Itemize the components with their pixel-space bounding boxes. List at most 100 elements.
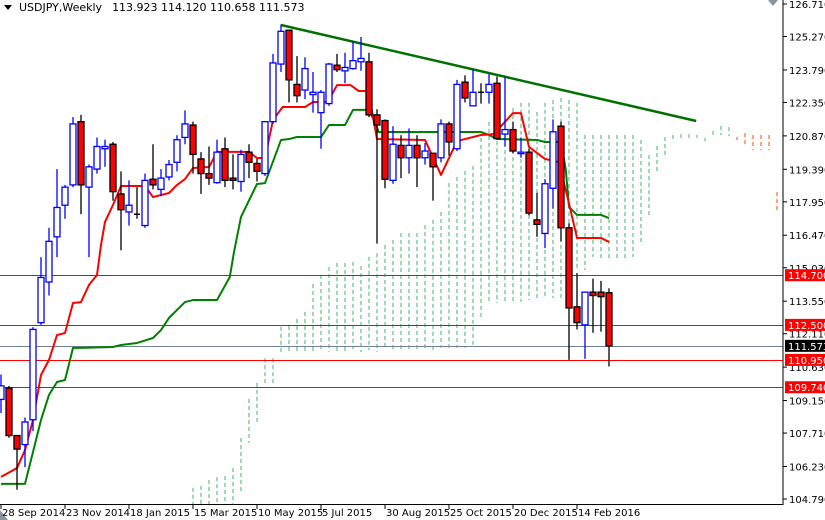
candle-body — [29, 328, 37, 421]
tenkan-sen-line — [0, 84, 610, 478]
x-tick-label: 20 Dec 2015 — [514, 508, 578, 519]
bear-candle — [445, 121, 453, 156]
candle-body — [461, 81, 469, 99]
kijun-sen-line — [1, 108, 610, 485]
candle-body — [197, 158, 205, 175]
bull-candle — [277, 24, 285, 72]
candle-body — [493, 82, 501, 140]
x-tick-label: 30 Aug 2015 — [386, 508, 450, 519]
bear-candle — [221, 137, 229, 188]
x-tick-label: 18 Jan 2015 — [130, 508, 190, 519]
bear-candle — [205, 146, 213, 185]
symbol-timeframe: USDJPY,Weekly — [19, 1, 103, 14]
bear-candle — [397, 135, 405, 179]
candle-body — [469, 91, 477, 107]
candle-body — [421, 150, 429, 159]
candle-body — [525, 151, 533, 214]
bear-candle — [197, 152, 205, 194]
candle-body — [269, 62, 277, 123]
candle-body — [5, 387, 13, 437]
candle-body — [21, 421, 29, 446]
bear-candle — [5, 385, 13, 438]
y-tick-label: 106.230 — [789, 462, 825, 473]
candle-body — [533, 219, 541, 226]
horizontal-levels — [0, 275, 783, 388]
bear-candle — [557, 121, 565, 242]
shift-marker-icon[interactable] — [768, 0, 778, 6]
candle-body — [357, 57, 365, 63]
bear-candle — [565, 223, 573, 360]
candle-body — [205, 172, 213, 179]
candlesticks — [0, 24, 613, 490]
bull-candle — [69, 117, 77, 188]
candle-body — [93, 145, 101, 170]
bear-candle — [293, 56, 301, 103]
x-tick-label: 10 May 2015 — [258, 508, 323, 519]
y-tick-label: 117.950 — [789, 198, 825, 209]
candle-body — [581, 291, 589, 326]
candle-body — [437, 123, 445, 159]
dropdown-triangle-icon[interactable] — [4, 5, 12, 10]
candle-body — [405, 144, 413, 159]
candle-body — [181, 123, 189, 139]
candle-body — [429, 152, 437, 168]
candle-body — [397, 144, 405, 159]
candle-body — [517, 151, 525, 155]
bull-candle — [469, 69, 477, 107]
bull-candle — [405, 128, 413, 174]
y-tick-label: 119.390 — [789, 165, 825, 176]
candle-body — [381, 119, 389, 180]
bull-candle — [237, 149, 245, 192]
candle-body — [213, 151, 221, 184]
x-tick-label: 15 Mar 2015 — [194, 508, 257, 519]
bull-candle — [101, 139, 109, 167]
bull-candle — [45, 227, 53, 296]
y-tick-label: 123.790 — [789, 66, 825, 77]
candle-body — [157, 177, 165, 191]
bear-candle — [429, 152, 437, 201]
x-tick-label: 25 Oct 2015 — [450, 508, 512, 519]
bull-candle — [261, 121, 269, 176]
bull-candle — [269, 53, 277, 124]
bull-candle — [173, 135, 181, 172]
bear-candle — [149, 144, 157, 190]
bull-candle — [61, 184, 69, 219]
candle-body — [85, 166, 93, 188]
bear-candle — [189, 121, 197, 174]
candle-body — [349, 60, 357, 70]
bull-candle — [325, 62, 333, 106]
candle-body — [557, 125, 565, 229]
bear-candle — [253, 158, 261, 182]
bull-candle — [341, 52, 349, 84]
level-price-label: 114.700 — [788, 271, 825, 282]
bull-candle — [541, 179, 549, 249]
candle-body — [509, 128, 517, 152]
bull-candle — [85, 164, 93, 258]
bear-candle — [461, 75, 469, 103]
candle-body — [501, 128, 509, 135]
candle-body — [341, 66, 349, 72]
candle-body — [365, 61, 373, 116]
ichimoku-cloud — [192, 97, 778, 504]
y-tick-label: 107.710 — [789, 429, 825, 440]
candle-body — [301, 67, 309, 91]
bull-candle — [437, 119, 445, 163]
bull-candle — [0, 374, 5, 413]
candle-body — [141, 179, 149, 227]
bull-candle — [93, 137, 101, 174]
candle-body — [317, 91, 325, 114]
candle-body — [45, 240, 53, 283]
bull-candle — [549, 119, 557, 209]
bear-candle — [525, 148, 533, 216]
bull-candle — [141, 173, 149, 228]
candle-body — [549, 131, 557, 189]
bear-candle — [597, 280, 605, 332]
candle-body — [253, 162, 261, 172]
current-price-label: 111.573 — [788, 342, 825, 353]
candle-body — [309, 91, 317, 96]
y-tick-label: 109.150 — [789, 397, 825, 408]
candle-body — [245, 151, 253, 163]
price-chart[interactable]: 126.710 125.270 123.790 122.350 120.870 119.3… — [0, 0, 825, 520]
candle-body — [117, 193, 125, 211]
bull-candle — [37, 257, 45, 325]
